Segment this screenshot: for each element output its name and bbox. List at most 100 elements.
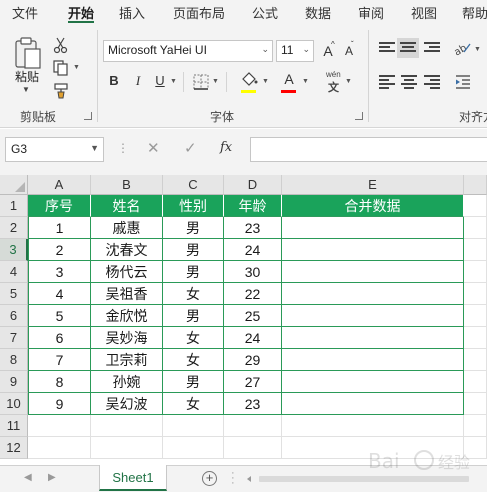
table-cell[interactable]: 3 [28,261,91,283]
tab-insert[interactable]: 插入 [119,3,145,22]
row-header-6[interactable]: 6 [0,305,28,327]
resize-handle-icon[interactable]: ⋮ [117,141,129,155]
table-cell[interactable]: 男 [163,305,224,327]
table-header-cell[interactable]: 年龄 [224,195,282,217]
add-sheet-icon[interactable]: + [202,471,217,486]
table-cell[interactable]: 30 [224,261,282,283]
italic-button[interactable]: I [130,73,146,89]
table-header-cell[interactable]: 性别 [163,195,224,217]
paste-icon[interactable] [14,36,42,72]
table-cell[interactable]: 男 [163,217,224,239]
empty-cell[interactable] [464,327,487,349]
table-cell[interactable]: 4 [28,283,91,305]
empty-cell[interactable] [91,415,163,437]
empty-cell[interactable] [464,217,487,239]
orientation-dropdown-icon[interactable]: ▼ [474,46,481,53]
next-sheet-icon[interactable]: ▶ [48,472,56,483]
table-cell[interactable]: 吴祖香 [91,283,163,305]
align-middle-icon[interactable] [400,42,416,56]
table-cell[interactable] [282,305,464,327]
borders-dropdown-icon[interactable]: ▼ [212,78,219,85]
align-bottom-icon[interactable] [424,42,440,56]
font-color-button[interactable]: A [281,71,297,87]
tab-data[interactable]: 数据 [305,3,331,22]
empty-cell[interactable] [28,437,91,459]
align-center-icon[interactable] [401,75,417,89]
table-header-cell[interactable]: 姓名 [91,195,163,217]
table-cell[interactable]: 9 [28,393,91,415]
table-cell[interactable]: 2 [28,239,91,261]
column-header-c[interactable]: C [163,175,224,195]
sheet-tab-sheet1[interactable]: Sheet1 [99,465,167,491]
empty-cell[interactable] [163,437,224,459]
cancel-icon[interactable]: ✕ [147,139,160,157]
table-cell[interactable]: 5 [28,305,91,327]
tab-review[interactable]: 审阅 [358,3,384,22]
format-painter-icon[interactable] [52,82,70,100]
empty-cell[interactable] [464,305,487,327]
underline-button[interactable]: U [152,73,168,88]
table-cell[interactable]: 6 [28,327,91,349]
table-cell[interactable]: 沈春文 [91,239,163,261]
table-cell[interactable]: 杨代云 [91,261,163,283]
row-header-10[interactable]: 10 [0,393,28,415]
table-cell[interactable] [282,217,464,239]
paste-button[interactable]: 粘贴 [15,68,39,85]
table-cell[interactable]: 男 [163,371,224,393]
row-header-5[interactable]: 5 [0,283,28,305]
table-cell[interactable]: 女 [163,393,224,415]
table-cell[interactable]: 23 [224,217,282,239]
table-cell[interactable] [282,327,464,349]
orientation-icon[interactable]: ab [452,40,472,56]
phonetic-guide-icon[interactable]: 文 [328,79,339,95]
empty-cell[interactable] [91,437,163,459]
fill-color-icon[interactable] [240,71,258,87]
table-cell[interactable]: 女 [163,349,224,371]
font-color-dropdown-icon[interactable]: ▼ [302,78,309,85]
table-cell[interactable]: 24 [224,327,282,349]
table-cell[interactable]: 24 [224,239,282,261]
tab-home[interactable]: 开始 [68,3,94,22]
align-top-icon[interactable] [379,42,395,56]
copy-icon[interactable] [52,59,70,77]
empty-cell[interactable] [464,371,487,393]
table-cell[interactable]: 男 [163,239,224,261]
table-cell[interactable]: 1 [28,217,91,239]
table-cell[interactable]: 7 [28,349,91,371]
font-dialog-launcher-icon[interactable] [355,112,363,120]
empty-cell[interactable] [464,415,487,437]
phonetic-dropdown-icon[interactable]: ▼ [345,78,352,85]
row-header-11[interactable]: 11 [0,415,28,437]
table-header-cell[interactable]: 序号 [28,195,91,217]
table-cell[interactable]: 男 [163,261,224,283]
table-cell[interactable] [282,349,464,371]
table-cell[interactable] [282,393,464,415]
empty-cell[interactable] [224,415,282,437]
table-cell[interactable]: 8 [28,371,91,393]
row-header-7[interactable]: 7 [0,327,28,349]
empty-cell[interactable] [464,261,487,283]
table-cell[interactable] [282,371,464,393]
row-header-1[interactable]: 1 [0,195,28,217]
copy-dropdown-icon[interactable]: ▼ [73,64,80,71]
row-header-9[interactable]: 9 [0,371,28,393]
bold-button[interactable]: B [106,73,122,88]
enter-icon[interactable]: ✓ [184,139,197,157]
empty-cell[interactable] [464,349,487,371]
empty-cell[interactable] [163,415,224,437]
font-size-select[interactable]: 11 ⌄ [276,40,314,62]
table-cell[interactable]: 27 [224,371,282,393]
prev-sheet-icon[interactable]: ◀ [24,472,32,483]
tab-page-layout[interactable]: 页面布局 [173,3,225,22]
table-cell[interactable]: 22 [224,283,282,305]
paste-dropdown-icon[interactable]: ▼ [22,85,30,94]
select-all-button[interactable] [0,175,28,195]
indent-icon[interactable] [454,73,472,91]
empty-cell[interactable] [464,195,487,217]
phonetic-guide-label[interactable]: wén [326,70,341,79]
tab-file[interactable]: 文件 [12,3,38,22]
table-cell[interactable]: 29 [224,349,282,371]
insert-function-icon[interactable]: fx [220,140,232,155]
table-cell[interactable] [282,239,464,261]
table-cell[interactable]: 女 [163,327,224,349]
